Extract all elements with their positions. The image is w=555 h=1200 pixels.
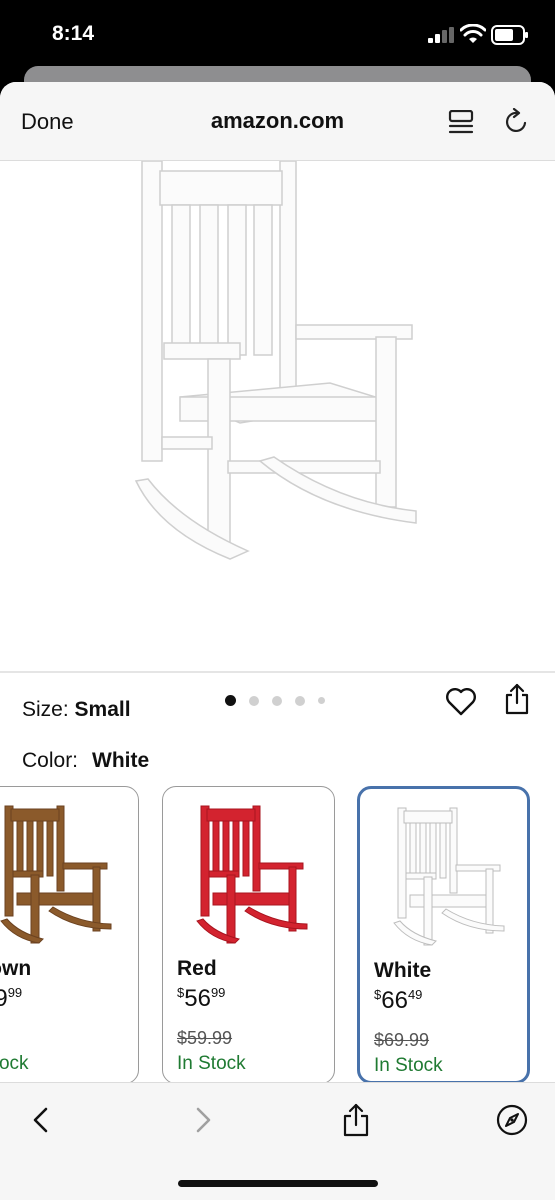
variant-card-white[interactable]: White $6649 $69.99 In Stock (357, 786, 530, 1084)
variant-card-red[interactable]: Red $5699 $59.99 In Stock (162, 786, 335, 1084)
reload-icon[interactable] (503, 108, 531, 136)
pagination-dot[interactable] (318, 697, 325, 704)
browser-sheet: Done amazon.com Size: Small Color: White… (0, 82, 555, 1200)
variant-name: Red (177, 957, 217, 980)
heart-icon[interactable] (445, 686, 477, 716)
share-icon[interactable] (340, 1103, 372, 1137)
pagination-dot[interactable] (272, 695, 282, 706)
variant-price: 5999 (0, 985, 23, 1012)
share-icon[interactable] (504, 683, 530, 715)
compass-icon[interactable] (496, 1103, 528, 1137)
chair-thumbnail-red (196, 805, 308, 944)
size-value: Small (74, 698, 131, 721)
color-value: White (92, 749, 150, 772)
product-image-carousel[interactable] (0, 161, 555, 716)
variant-stock: In Stock (374, 1055, 443, 1076)
variant-price: $5699 (177, 985, 226, 1012)
chair-thumbnail-white (393, 807, 505, 946)
variant-card-brown[interactable]: rown 5999 Stock (0, 786, 139, 1084)
color-selection: Color: White (22, 749, 149, 773)
color-label: Color: (22, 749, 79, 772)
variant-name: rown (0, 957, 32, 980)
variant-stock: In Stock (177, 1053, 246, 1074)
pagination-dot[interactable] (295, 695, 305, 706)
rocking-chair-image (134, 161, 417, 560)
signal-icon (428, 27, 454, 43)
section-divider (0, 671, 555, 673)
image-pagination-dots (225, 695, 325, 706)
pagination-dot[interactable] (225, 695, 236, 706)
battery-icon (491, 25, 528, 45)
status-time: 8:14 (52, 22, 95, 45)
wifi-icon (460, 24, 486, 43)
chair-thumbnail-brown (0, 805, 112, 944)
size-selection: Size: Small (22, 698, 131, 722)
back-icon[interactable] (26, 1103, 58, 1137)
forward-icon[interactable] (186, 1103, 218, 1137)
variant-name: White (374, 959, 432, 982)
size-label: Size: (22, 698, 69, 721)
reader-mode-icon[interactable] (448, 110, 474, 136)
status-bar: 8:14 (0, 0, 555, 66)
variant-list-price: $69.99 (374, 1030, 430, 1050)
variant-list-price: $59.99 (177, 1028, 233, 1048)
variant-stock: Stock (0, 1053, 29, 1074)
browser-nav-bar: Done amazon.com (0, 82, 555, 161)
home-indicator[interactable] (178, 1180, 378, 1187)
pagination-dot[interactable] (249, 695, 259, 706)
variant-price: $6649 (374, 987, 423, 1014)
